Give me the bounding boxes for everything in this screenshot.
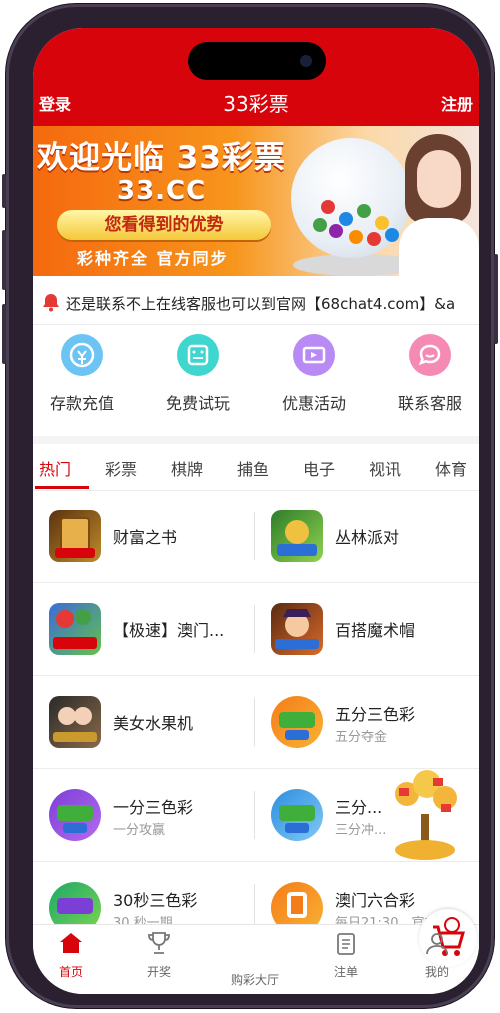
section-gap — [33, 436, 479, 444]
user-icon — [426, 933, 448, 955]
banner-headline: 欢迎光临 33彩票 — [37, 140, 286, 176]
banner-model-image — [395, 134, 479, 276]
quick-deposit-label: 存款充值 — [49, 394, 114, 413]
game-thumb — [49, 696, 101, 748]
quick-promo-label: 优惠活动 — [281, 394, 346, 413]
promo-icon — [293, 334, 335, 376]
game-item[interactable]: 【极速】澳门... — [33, 583, 253, 675]
quick-actions: 存款充值 免费试玩 优惠活动 联系客服 — [33, 334, 479, 434]
app-screen: 登录 33彩票 注册 欢迎光临 33彩票 33.CC 您看得到的优势 彩种齐全 … — [33, 28, 479, 994]
game-subtitle: 一分攻赢 — [113, 823, 166, 838]
game-name: 澳门六合彩 — [335, 891, 416, 910]
quick-support[interactable]: 联系客服 — [375, 334, 479, 414]
quick-promo[interactable]: 优惠活动 — [259, 334, 369, 414]
banner-slogan: 彩种齐全 官方同步 — [77, 249, 229, 268]
game-thumb — [271, 603, 323, 655]
register-link[interactable]: 注册 — [441, 91, 473, 115]
nav-home-label: 首页 — [58, 965, 83, 979]
game-item[interactable]: 丛林派对 — [255, 490, 475, 582]
game-thumb — [49, 603, 101, 655]
game-name: 三分... — [335, 798, 383, 817]
home-icon — [60, 933, 82, 953]
phone-frame: 登录 33彩票 注册 欢迎光临 33彩票 33.CC 您看得到的优势 彩种齐全 … — [2, 4, 498, 1008]
game-subtitle: 五分夺金 — [335, 730, 388, 745]
tab-fishing[interactable]: 捕鱼 — [237, 456, 269, 480]
promo-banner[interactable]: 欢迎光临 33彩票 33.CC 您看得到的优势 彩种齐全 官方同步 — [33, 126, 479, 276]
game-thumb — [271, 789, 323, 841]
notice-bar[interactable]: 还是联系不上在线客服也可以到官网【68chat4.com】&a — [33, 286, 479, 320]
bottom-nav: 首页 开奖 购彩大厅 注单 我的 — [33, 909, 479, 994]
category-tabs: 热门 彩票 棋牌 捕鱼 电子 视讯 体育 — [33, 444, 479, 491]
nav-profile[interactable]: 我的 — [407, 931, 467, 980]
tab-live[interactable]: 视讯 — [369, 456, 401, 480]
notice-text: 还是联系不上在线客服也可以到官网【68chat4.com】&a — [66, 295, 456, 313]
app-title: 33彩票 — [223, 92, 289, 116]
game-name: 百搭魔术帽 — [335, 621, 416, 640]
nav-lobby[interactable]: 购彩大厅 — [226, 909, 477, 988]
nav-orders-label: 注单 — [333, 965, 358, 979]
deposit-icon — [61, 334, 103, 376]
tab-lottery[interactable]: 彩票 — [105, 456, 137, 480]
dynamic-island — [188, 42, 326, 80]
game-item[interactable]: 美女水果机 — [33, 676, 253, 768]
game-thumb — [49, 510, 101, 562]
trial-icon — [177, 334, 219, 376]
trophy-icon — [148, 932, 170, 954]
nav-results[interactable]: 开奖 — [129, 931, 189, 980]
game-row: 美女水果机 五分三色彩 五分夺金 — [33, 676, 479, 769]
game-item[interactable]: 财富之书 — [33, 490, 253, 582]
game-name: 30秒三色彩 — [113, 891, 198, 910]
nav-orders[interactable]: 注单 — [316, 931, 376, 980]
active-tab-indicator — [35, 486, 89, 489]
bell-icon — [43, 294, 59, 312]
banner-pill: 您看得到的优势 — [57, 210, 271, 240]
game-row: 【极速】澳门... 百搭魔术帽 — [33, 583, 479, 676]
tab-chess[interactable]: 棋牌 — [171, 456, 203, 480]
quick-support-label: 联系客服 — [397, 394, 462, 413]
game-thumb — [49, 789, 101, 841]
tab-sports[interactable]: 体育 — [435, 456, 467, 480]
quick-trial-label: 免费试玩 — [165, 394, 230, 413]
game-item[interactable]: 五分三色彩 五分夺金 — [255, 676, 475, 768]
game-subtitle: 三分冲... — [335, 823, 387, 838]
game-name: 财富之书 — [113, 528, 178, 547]
nav-profile-label: 我的 — [424, 965, 449, 979]
money-tree-widget[interactable] — [385, 764, 465, 864]
clipboard-icon — [337, 933, 355, 955]
game-name: 五分三色彩 — [335, 705, 416, 724]
quick-deposit[interactable]: 存款充值 — [33, 334, 137, 414]
game-name: 丛林派对 — [335, 528, 400, 547]
tab-electronic[interactable]: 电子 — [303, 456, 335, 480]
game-item[interactable]: 一分三色彩 一分攻赢 — [33, 769, 253, 861]
game-thumb — [271, 696, 323, 748]
banner-url: 33.CC — [117, 176, 207, 206]
game-name: 一分三色彩 — [113, 798, 194, 817]
tab-hot[interactable]: 热门 — [39, 456, 71, 480]
game-row: 财富之书 丛林派对 — [33, 490, 479, 583]
nav-lobby-label: 购彩大厅 — [230, 973, 279, 987]
game-name: 美女水果机 — [113, 714, 194, 733]
lotto-machine-image — [291, 138, 411, 258]
support-icon — [409, 334, 451, 376]
quick-trial[interactable]: 免费试玩 — [143, 334, 253, 414]
nav-home[interactable]: 首页 — [41, 931, 101, 980]
game-item[interactable]: 百搭魔术帽 — [255, 583, 475, 675]
game-name: 【极速】澳门... — [113, 621, 225, 640]
game-thumb — [271, 510, 323, 562]
nav-results-label: 开奖 — [146, 965, 171, 979]
